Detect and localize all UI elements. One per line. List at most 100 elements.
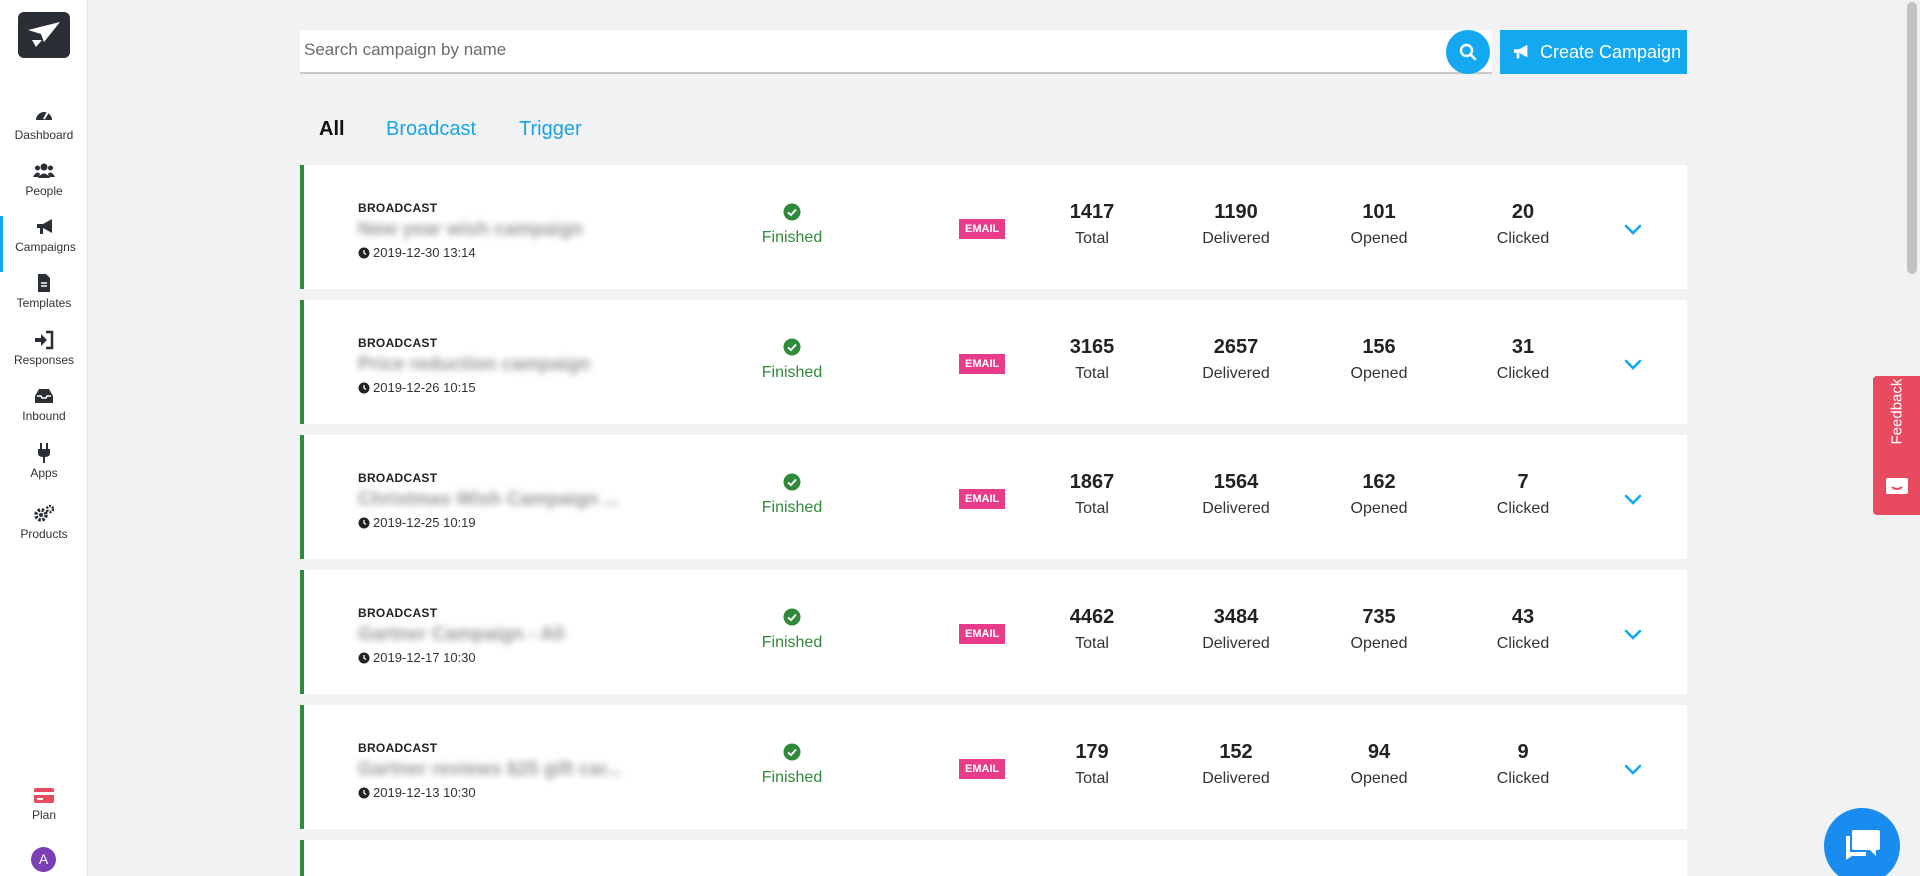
sidebar-item-people[interactable]: People	[0, 160, 88, 216]
clock-icon	[358, 382, 370, 394]
stat-total: 3165 Total	[1032, 336, 1152, 383]
sidebar-item-label: Campaigns	[15, 240, 76, 254]
stat-value: 31	[1511, 336, 1535, 358]
stat-total: 4462 Total	[1032, 606, 1152, 653]
sidebar-item-label: Plan	[31, 808, 57, 822]
chevron-down-icon	[1624, 494, 1642, 505]
campaign-name[interactable]: Gartner Campaign - All	[358, 624, 564, 646]
campaign-name[interactable]: Price reduction campaign	[358, 354, 590, 376]
search-input[interactable]	[300, 30, 1400, 70]
expand-chevron[interactable]	[1624, 358, 1642, 376]
stat-label: Opened	[1350, 500, 1408, 517]
megaphone-icon	[36, 219, 52, 234]
gears-icon	[34, 504, 55, 522]
sidebar: Dashboard People Campaigns Templates Res…	[0, 0, 88, 876]
tab-trigger[interactable]: Trigger	[519, 118, 582, 141]
sidebar-item-dashboard[interactable]: Dashboard	[0, 104, 88, 160]
feedback-tab[interactable]: Feedback	[1873, 376, 1920, 515]
stat-value: 179	[1075, 741, 1109, 763]
stat-total: 179 Total	[1032, 741, 1152, 788]
campaign-date-text: 2019-12-26 10:15	[373, 380, 476, 395]
sidebar-item-label: Dashboard	[14, 128, 74, 142]
sidebar-item-campaigns[interactable]: Campaigns	[0, 216, 88, 272]
expand-chevron[interactable]	[1624, 763, 1642, 781]
campaign-status: Finished	[732, 473, 852, 517]
stat-opened: 156 Opened	[1319, 336, 1439, 383]
campaign-type: BROADCAST	[358, 336, 438, 350]
expand-chevron[interactable]	[1624, 223, 1642, 241]
campaign-name[interactable]: New year wish campaign	[358, 219, 583, 241]
sidebar-item-inbound[interactable]: Inbound	[0, 385, 88, 441]
campaign-row[interactable]	[300, 840, 1687, 876]
stat-clicked: 31 Clicked	[1463, 336, 1583, 383]
megaphone-icon	[1513, 44, 1528, 59]
stat-label: Total	[1075, 365, 1109, 382]
chat-icon	[1846, 830, 1880, 860]
search-icon	[1459, 43, 1477, 61]
stat-value: 9	[1517, 741, 1529, 763]
campaign-date-text: 2019-12-25 10:19	[373, 515, 476, 530]
stat-label: Total	[1075, 230, 1109, 247]
sidebar-item-label: Inbound	[22, 409, 66, 423]
clock-icon	[358, 247, 370, 259]
chevron-down-icon	[1624, 359, 1642, 370]
create-campaign-button[interactable]: Create Campaign	[1500, 30, 1687, 74]
stat-value: 162	[1362, 471, 1396, 493]
sidebar-item-label: Responses	[13, 353, 75, 367]
sidebar-item-plan[interactable]: Plan	[0, 784, 88, 840]
campaign-date-text: 2019-12-30 13:14	[373, 245, 476, 260]
sidebar-item-responses[interactable]: Responses	[0, 329, 88, 385]
campaign-date: 2019-12-30 13:14	[358, 245, 476, 260]
scrollbar-thumb[interactable]	[1907, 2, 1917, 274]
expand-chevron[interactable]	[1624, 628, 1642, 646]
channel-badge: EMAIL	[959, 219, 1006, 239]
status-text: Finished	[761, 634, 823, 651]
stat-value: 1564	[1213, 471, 1259, 493]
stat-label: Delivered	[1202, 365, 1270, 382]
campaign-row[interactable]: BROADCAST Gartner Campaign - All 2019-12-1…	[300, 570, 1687, 694]
campaign-date: 2019-12-13 10:30	[358, 785, 476, 800]
stat-total: 1867 Total	[1032, 471, 1152, 518]
stat-value: 1190	[1214, 201, 1258, 223]
search-button[interactable]	[1446, 30, 1490, 74]
sidebar-item-apps[interactable]: Apps	[0, 442, 88, 498]
campaign-date-text: 2019-12-13 10:30	[373, 785, 476, 800]
stat-label: Delivered	[1202, 770, 1270, 787]
stat-clicked: 20 Clicked	[1463, 201, 1583, 248]
channel-badge: EMAIL	[959, 354, 1006, 374]
campaign-type: BROADCAST	[358, 471, 438, 485]
campaign-row[interactable]: BROADCAST Christmas Wish Campaign ... 2019…	[300, 435, 1687, 559]
campaign-date-text: 2019-12-17 10:30	[373, 650, 476, 665]
campaign-name[interactable]: Christmas Wish Campaign ...	[358, 489, 620, 511]
stat-value: 2657	[1213, 336, 1259, 358]
campaign-type: BROADCAST	[358, 606, 438, 620]
campaign-row[interactable]: BROADCAST New year wish campaign 2019-12-3…	[300, 165, 1687, 289]
stat-label: Delivered	[1202, 500, 1270, 517]
campaign-status: Finished	[732, 203, 852, 247]
chevron-down-icon	[1624, 629, 1642, 640]
tab-all[interactable]: All	[319, 118, 345, 141]
stat-label: Clicked	[1496, 500, 1550, 517]
tab-broadcast[interactable]: Broadcast	[386, 118, 476, 141]
chat-button[interactable]	[1824, 808, 1900, 876]
sidebar-item-products[interactable]: Products	[0, 503, 88, 559]
avatar[interactable]: A	[31, 847, 56, 872]
paper-plane-icon	[28, 22, 60, 47]
clock-icon	[358, 652, 370, 664]
stat-label: Delivered	[1202, 635, 1270, 652]
app-logo[interactable]	[18, 12, 70, 58]
sidebar-item-templates[interactable]: Templates	[0, 272, 88, 328]
status-text: Finished	[761, 499, 823, 516]
stat-value: 101	[1362, 201, 1396, 223]
expand-chevron[interactable]	[1624, 493, 1642, 511]
campaign-status: Finished	[732, 338, 852, 382]
campaign-row[interactable]: BROADCAST Price reduction campaign 2019-12…	[300, 300, 1687, 424]
clock-icon	[358, 787, 370, 799]
create-campaign-label: Create Campaign	[1540, 42, 1682, 62]
stat-value: 3165	[1069, 336, 1115, 358]
people-icon	[33, 163, 55, 178]
campaign-row[interactable]: BROADCAST Gartner reviews $25 gift car...…	[300, 705, 1687, 829]
campaign-name[interactable]: Gartner reviews $25 gift car...	[358, 759, 622, 781]
channel-badge: EMAIL	[959, 489, 1006, 509]
channel-badge: EMAIL	[959, 759, 1006, 779]
